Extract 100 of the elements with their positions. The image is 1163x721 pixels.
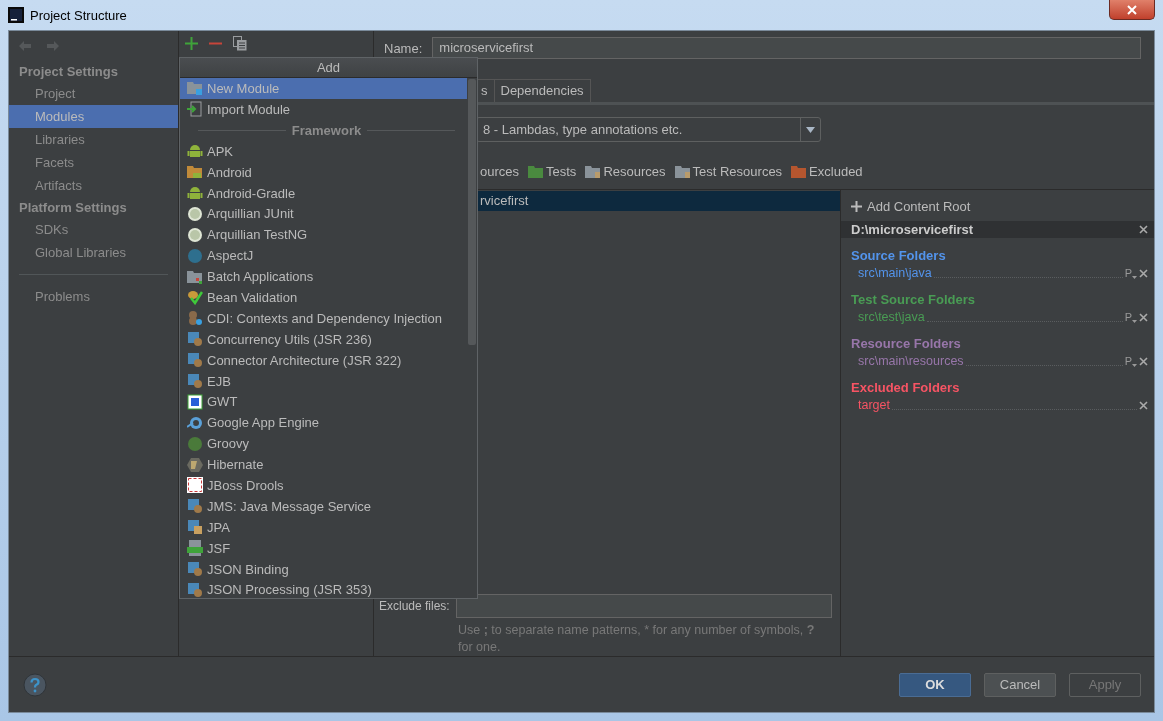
menu-item[interactable]: Concurrency Utils (JSR 236) — [180, 328, 467, 350]
window-title: Project Structure — [30, 7, 127, 23]
bean-square-icon — [187, 498, 203, 515]
folder-icon — [187, 80, 203, 97]
menu-item[interactable]: Bean Validation — [180, 287, 467, 308]
menu-title: Add — [180, 58, 477, 78]
folder-icon — [791, 165, 808, 178]
scrollbar-thumb[interactable] — [468, 79, 476, 345]
menu-item[interactable]: JSF — [180, 537, 467, 559]
close-icon — [1127, 4, 1137, 15]
folder-group-title: Resource Folders — [850, 335, 962, 352]
menu-item[interactable]: JSON Processing (JSR 353) — [180, 579, 467, 601]
menu-item[interactable]: Hibernate — [180, 454, 467, 476]
sidebar-item[interactable]: Facets — [9, 151, 178, 174]
add-icon[interactable] — [185, 36, 198, 50]
folder-path: target — [858, 398, 890, 412]
hexagon-icon — [187, 456, 203, 473]
android-icon — [187, 143, 203, 160]
bean-square-icon — [187, 581, 203, 598]
beans-icon — [187, 310, 203, 327]
menu-item[interactable]: CDI: Contexts and Dependency Injection — [180, 307, 467, 329]
folder-icon — [528, 165, 545, 178]
copy-icon[interactable] — [233, 35, 247, 51]
caret-icon — [806, 126, 815, 133]
close-icon[interactable] — [1139, 356, 1148, 366]
plus-icon — [851, 200, 862, 212]
android-folder-icon — [187, 164, 203, 181]
close-icon[interactable] — [1139, 225, 1148, 234]
file-icon — [187, 540, 203, 557]
mark-as-button[interactable]: Resources — [585, 164, 666, 179]
android-icon — [187, 185, 203, 201]
exclude-files-field[interactable] — [455, 594, 832, 618]
menu-item[interactable]: Google App Engine — [180, 412, 467, 434]
menu-item[interactable]: GWT — [180, 391, 467, 413]
close-button[interactable] — [1109, 0, 1155, 20]
tab[interactable]: Dependencies — [493, 79, 591, 102]
bean-square-icon — [187, 373, 203, 389]
circle-icon — [187, 435, 203, 452]
hint-text: Use ; to separate name patterns, * for any number of symbols, ? for one. — [457, 622, 816, 656]
sidebar-item[interactable]: Global Libraries — [9, 241, 178, 264]
menu-group-heading: Framework — [291, 122, 362, 138]
close-icon[interactable] — [1139, 400, 1148, 410]
folder-icon — [674, 165, 691, 178]
menu-item[interactable]: APK — [180, 140, 467, 162]
sidebar-item[interactable]: Project — [9, 82, 178, 105]
language-level-dropdown[interactable]: 8 - Lambdas, type annotations etc. — [476, 117, 821, 142]
caret-icon — [1132, 364, 1137, 367]
folder-icon — [187, 268, 203, 285]
circle-icon — [187, 247, 203, 264]
sidebar-item[interactable]: Libraries — [9, 128, 178, 151]
folder-group-title: Excluded Folders — [850, 379, 961, 396]
sidebar-item[interactable]: Artifacts — [9, 174, 178, 197]
caret-icon — [1132, 320, 1137, 323]
close-icon[interactable] — [1139, 312, 1148, 322]
menu-item[interactable]: Batch Applications — [180, 266, 467, 287]
import-icon — [187, 101, 203, 118]
menu-item[interactable]: JSON Binding — [180, 558, 467, 580]
caret-icon — [1132, 276, 1137, 279]
menu-item[interactable]: JPA — [180, 516, 467, 538]
package-prefix-button[interactable]: P — [1124, 311, 1137, 323]
bean-square-icon — [187, 331, 203, 348]
square-icon — [187, 393, 203, 410]
folder-icon — [585, 165, 602, 178]
menu-item[interactable]: JBoss Drools — [180, 475, 467, 496]
sidebar-item[interactable]: Problems — [9, 285, 178, 308]
mark-as-button[interactable]: Tests — [528, 164, 577, 179]
folder-group-title: Source Folders — [850, 247, 947, 264]
mark-as-button[interactable]: Excluded — [791, 164, 863, 179]
folder-path: src\test\java — [858, 310, 925, 324]
menu-item[interactable]: Android — [180, 161, 467, 183]
name-label: Name: — [384, 40, 423, 56]
add-content-root-button[interactable]: Add Content Root — [841, 196, 1154, 216]
folder-path: src\main\resources — [858, 354, 964, 368]
help-icon[interactable] — [23, 672, 47, 697]
menu-item[interactable]: AspectJ — [180, 245, 467, 267]
menu-item[interactable]: Groovy — [180, 433, 467, 455]
menu-item[interactable]: Connector Architecture (JSR 322) — [180, 349, 467, 371]
mark-as-button[interactable]: ources — [480, 164, 520, 179]
name-field[interactable]: microservicefirst — [432, 37, 1141, 59]
menu-item[interactable]: Arquillian TestNG — [180, 224, 467, 246]
menu-item[interactable]: JMS: Java Message Service — [180, 495, 467, 517]
menu-item[interactable]: EJB — [180, 370, 467, 392]
folder-group-title: Test Source Folders — [850, 291, 976, 308]
exclude-files-label: Exclude files: — [379, 599, 450, 613]
sidebar-item[interactable]: SDKs — [9, 218, 178, 241]
check-icon — [187, 289, 203, 306]
square-icon — [187, 477, 203, 494]
bean-square-icon — [187, 352, 203, 369]
mark-as-button[interactable]: Test Resources — [674, 164, 783, 179]
dialog-button[interactable]: Cancel — [984, 672, 1056, 697]
dialog-button[interactable]: OK — [899, 672, 971, 697]
app-icon — [8, 7, 24, 23]
menu-item[interactable]: Import Module — [180, 98, 467, 120]
section-heading: Project Settings — [18, 63, 119, 81]
section-heading: Platform Settings — [18, 199, 128, 217]
package-prefix-button[interactable]: P — [1124, 355, 1137, 367]
package-prefix-button[interactable]: P — [1124, 267, 1137, 279]
content-root-path: D:\microservicefirst — [851, 222, 974, 237]
folder-path: src\main\java — [858, 266, 932, 280]
close-icon[interactable] — [1139, 268, 1148, 278]
